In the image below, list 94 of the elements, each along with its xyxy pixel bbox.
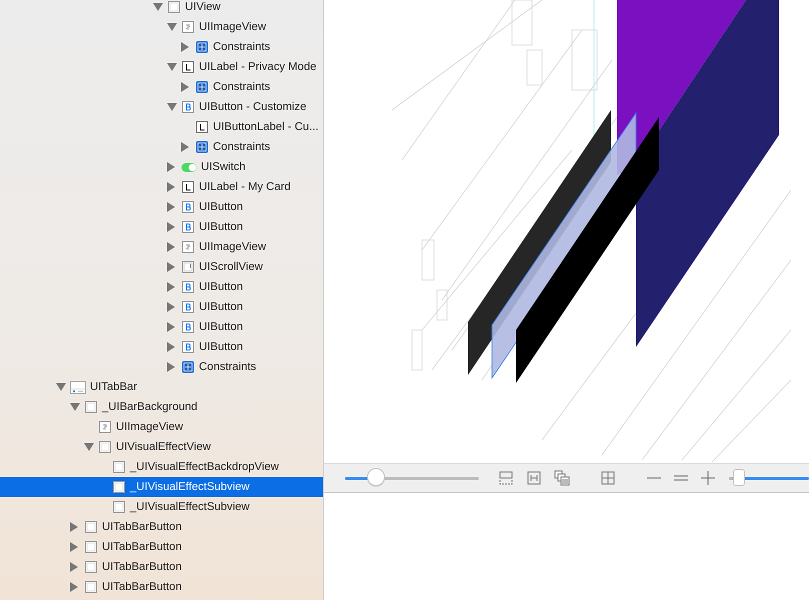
- disclosure-triangle-icon[interactable]: [181, 82, 189, 92]
- button-icon: [181, 280, 195, 294]
- view-icon: [84, 580, 98, 594]
- disclosure-triangle-icon[interactable]: [167, 262, 175, 272]
- disclosure-triangle-icon[interactable]: [70, 542, 78, 552]
- tree-row[interactable]: UITabBarButton: [0, 557, 323, 577]
- label-icon: [181, 60, 195, 74]
- disclosure-triangle-icon[interactable]: [167, 322, 175, 332]
- tree-row[interactable]: UITabBarButton: [0, 537, 323, 557]
- tree-row[interactable]: UITabBarButton: [0, 577, 323, 597]
- tree-row[interactable]: UIImageView: [0, 17, 323, 37]
- label-icon: [181, 180, 195, 194]
- disclosure-triangle-icon[interactable]: [167, 23, 177, 31]
- button-icon: [181, 100, 195, 114]
- tree-row[interactable]: _UIBarBackground: [0, 397, 323, 417]
- fit-width-icon[interactable]: [527, 471, 541, 485]
- view-icon: [84, 520, 98, 534]
- tree-row[interactable]: UIButton: [0, 197, 323, 217]
- tree-row[interactable]: Constraints: [0, 357, 323, 377]
- view-icon: [84, 400, 98, 414]
- image-icon: [181, 240, 195, 254]
- disclosure-triangle-icon[interactable]: [70, 562, 78, 572]
- tree-row[interactable]: _UIVisualEffectBackdropView: [0, 457, 323, 477]
- disclosure-triangle-icon[interactable]: [167, 342, 175, 352]
- disclosure-triangle-icon[interactable]: [167, 162, 175, 172]
- tree-row[interactable]: UITabBarButton: [0, 517, 323, 537]
- scroll-icon: [181, 260, 195, 274]
- disclosure-triangle-icon[interactable]: [167, 362, 175, 372]
- disclosure-triangle-icon[interactable]: [167, 202, 175, 212]
- switch-icon: [181, 160, 197, 174]
- disclosure-triangle-icon[interactable]: [167, 63, 177, 71]
- view-icon: [112, 480, 126, 494]
- disclosure-triangle-icon[interactable]: [167, 302, 175, 312]
- tree-row[interactable]: UIImageView: [0, 237, 323, 257]
- frame-icon[interactable]: [499, 471, 513, 485]
- disclosure-triangle-icon[interactable]: [70, 403, 80, 411]
- disclosure-triangle-icon[interactable]: [167, 282, 175, 292]
- tree-row[interactable]: UISwitch: [0, 157, 323, 177]
- tree-row[interactable]: UITabBar: [0, 377, 323, 397]
- disclosure-triangle-icon[interactable]: [167, 222, 175, 232]
- disclosure-triangle-icon[interactable]: [56, 383, 66, 391]
- view-icon: [167, 0, 181, 14]
- button-icon: [181, 220, 195, 234]
- tree-row[interactable]: UIButton: [0, 277, 323, 297]
- constraints-icon: [195, 140, 209, 154]
- button-icon: [181, 320, 195, 334]
- tree-row[interactable]: Constraints: [0, 137, 323, 157]
- tree-row[interactable]: UILabel - My Card: [0, 177, 323, 197]
- zoom-slider[interactable]: [729, 468, 809, 488]
- grid-icon[interactable]: [601, 471, 615, 485]
- disclosure-triangle-icon[interactable]: [167, 182, 175, 192]
- layers-icon[interactable]: [554, 470, 570, 486]
- tree-row[interactable]: UIScrollView: [0, 257, 323, 277]
- view-icon: [84, 540, 98, 554]
- tree-row[interactable]: UIButtonLabel - Cu...: [0, 117, 323, 137]
- image-icon: [181, 20, 195, 34]
- view-icon: [98, 440, 112, 454]
- disclosure-triangle-icon[interactable]: [70, 522, 78, 532]
- zoom-in-icon[interactable]: [701, 471, 715, 485]
- tabbar-icon: [70, 380, 86, 394]
- view-icon: [112, 460, 126, 474]
- button-icon: [181, 200, 195, 214]
- tree-row[interactable]: UIView: [0, 0, 323, 17]
- tree-row[interactable]: UIImageView: [0, 417, 323, 437]
- disclosure-triangle-icon[interactable]: [70, 582, 78, 592]
- constraints-icon: [195, 80, 209, 94]
- disclosure-triangle-icon[interactable]: [181, 142, 189, 152]
- tree-row[interactable]: UIButton: [0, 217, 323, 237]
- tree-row[interactable]: _UIVisualEffectSubview: [0, 477, 323, 497]
- tree-row[interactable]: _UIVisualEffectSubview: [0, 497, 323, 517]
- view-icon: [112, 500, 126, 514]
- button-icon: [181, 300, 195, 314]
- spacing-slider[interactable]: [345, 468, 479, 488]
- label-icon: [195, 120, 209, 134]
- tree-row[interactable]: UIButton: [0, 297, 323, 317]
- tree-row[interactable]: Constraints: [0, 37, 323, 57]
- tree-row[interactable]: UILabel - Privacy Mode: [0, 57, 323, 77]
- view-icon: [84, 560, 98, 574]
- disclosure-triangle-icon[interactable]: [167, 103, 177, 111]
- disclosure-triangle-icon[interactable]: [84, 443, 94, 451]
- disclosure-triangle-icon[interactable]: [167, 242, 175, 252]
- image-icon: [98, 420, 112, 434]
- disclosure-triangle-icon[interactable]: [181, 42, 189, 52]
- tree-row[interactable]: Constraints: [0, 77, 323, 97]
- tree-row[interactable]: UIButton: [0, 337, 323, 357]
- tree-row[interactable]: UIButton - Customize: [0, 97, 323, 117]
- slider-thumb[interactable]: [366, 468, 385, 486]
- constraints-icon: [181, 360, 195, 374]
- constraints-icon: [195, 40, 209, 54]
- tree-row[interactable]: UIButton: [0, 317, 323, 337]
- tree-row[interactable]: UIVisualEffectView: [0, 437, 323, 457]
- disclosure-triangle-icon[interactable]: [153, 3, 163, 11]
- slider-thumb[interactable]: [733, 469, 745, 486]
- button-icon: [181, 340, 195, 354]
